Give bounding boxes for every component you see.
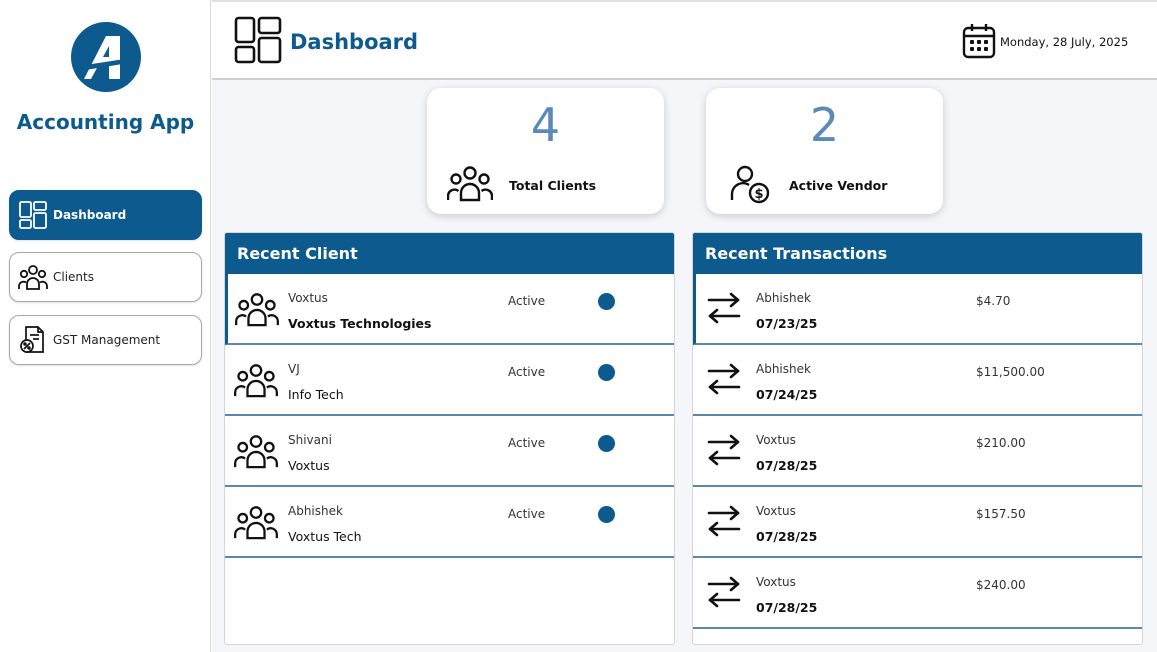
transaction-row[interactable]: Voxtus 07/28/25 $157.50: [693, 487, 1142, 558]
total-clients-card[interactable]: 4 Total Clients: [427, 88, 664, 214]
gst-document-icon: [17, 324, 49, 356]
panel-title: Recent Client: [225, 233, 674, 274]
transaction-party: Voxtus: [756, 433, 796, 447]
status-indicator: [598, 293, 615, 310]
transfer-arrows-icon: [706, 291, 742, 329]
stat-value: 2: [809, 98, 840, 152]
client-company: Voxtus: [288, 458, 330, 473]
client-row[interactable]: VJ Info Tech Active: [225, 345, 674, 416]
client-row[interactable]: Voxtus Voxtus Technologies Active: [225, 274, 674, 345]
client-company: Voxtus Tech: [288, 529, 362, 544]
client-name: Shivani: [288, 433, 332, 447]
sidebar-item-label: GST Management: [53, 333, 161, 347]
client-status: Active: [508, 365, 546, 379]
transaction-party: Voxtus: [756, 575, 796, 589]
transaction-date: 07/24/25: [756, 387, 818, 402]
transaction-date: 07/28/25: [756, 458, 818, 473]
main-content: 4 Total Clients 2 $ Active Vendor Recent…: [212, 80, 1157, 652]
transaction-date: 07/23/25: [756, 316, 818, 331]
transaction-amount: $157.50: [976, 507, 1026, 521]
stat-label: Total Clients: [509, 178, 597, 193]
transaction-row[interactable]: Abhishek 07/24/25 $11,500.00: [693, 345, 1142, 416]
status-indicator: [598, 435, 615, 452]
page-header: Dashboard Monday, 28 July, 2025: [212, 0, 1157, 80]
transfer-arrows-icon: [706, 433, 742, 471]
client-row[interactable]: Shivani Voxtus Active: [225, 416, 674, 487]
clients-icon: [234, 433, 278, 473]
app-title: Accounting App: [16, 110, 195, 134]
transaction-amount: $210.00: [976, 436, 1026, 450]
sidebar-item-clients[interactable]: Clients: [9, 252, 202, 302]
dashboard-icon: [17, 199, 49, 231]
app-logo: [71, 22, 141, 92]
clients-icon: [446, 164, 494, 206]
client-company: Info Tech: [288, 387, 344, 402]
client-status: Active: [508, 294, 546, 308]
transfer-arrows-icon: [706, 504, 742, 542]
transaction-date: 07/28/25: [756, 529, 818, 544]
client-name: Voxtus: [288, 291, 328, 305]
client-status: Active: [508, 507, 546, 521]
sidebar-item-dashboard[interactable]: Dashboard: [9, 190, 202, 240]
clients-icon: [234, 362, 278, 402]
sidebar: Accounting App Dashboard Clients GST Man…: [0, 0, 211, 652]
clients-icon: [235, 291, 279, 331]
dashboard-icon: [234, 16, 282, 68]
transaction-amount: $4.70: [976, 294, 1011, 308]
transaction-row[interactable]: Voxtus 07/28/25 $240.00: [693, 558, 1142, 629]
client-status: Active: [508, 436, 546, 450]
client-row[interactable]: Abhishek Voxtus Tech Active: [225, 487, 674, 558]
page-title: Dashboard: [290, 30, 419, 54]
stat-label: Active Vendor: [789, 178, 888, 193]
status-indicator: [598, 506, 615, 523]
sidebar-item-gst-management[interactable]: GST Management: [9, 315, 202, 365]
transaction-row[interactable]: Abhishek 07/23/25 $4.70: [693, 274, 1142, 345]
stat-value: 4: [530, 98, 561, 152]
transaction-row[interactable]: Voxtus 07/28/25 $210.00: [693, 416, 1142, 487]
clients-icon: [17, 261, 49, 293]
transaction-party: Abhishek: [756, 291, 811, 305]
status-indicator: [598, 364, 615, 381]
svg-text:$: $: [754, 187, 763, 202]
recent-transactions-panel: Recent Transactions Abhishek 07/23/25 $4…: [692, 232, 1143, 645]
transaction-amount: $240.00: [976, 578, 1026, 592]
current-date: Monday, 28 July, 2025: [1000, 35, 1129, 49]
transfer-arrows-icon: [706, 575, 742, 613]
transaction-amount: $11,500.00: [976, 365, 1045, 379]
calendar-icon: [962, 23, 996, 63]
transaction-date: 07/28/25: [756, 600, 818, 615]
sidebar-item-label: Dashboard: [53, 208, 127, 222]
panel-title: Recent Transactions: [693, 233, 1142, 274]
transaction-party: Abhishek: [756, 362, 811, 376]
client-company: Voxtus Technologies: [288, 316, 432, 331]
client-name: VJ: [288, 362, 300, 376]
client-name: Abhishek: [288, 504, 343, 518]
transfer-arrows-icon: [706, 362, 742, 400]
clients-icon: [234, 504, 278, 544]
sidebar-item-label: Clients: [53, 270, 94, 284]
transaction-party: Voxtus: [756, 504, 796, 518]
vendor-icon: $: [730, 164, 770, 208]
active-vendor-card[interactable]: 2 $ Active Vendor: [706, 88, 943, 214]
recent-client-panel: Recent Client Voxtus Voxtus Technologies…: [224, 232, 675, 645]
